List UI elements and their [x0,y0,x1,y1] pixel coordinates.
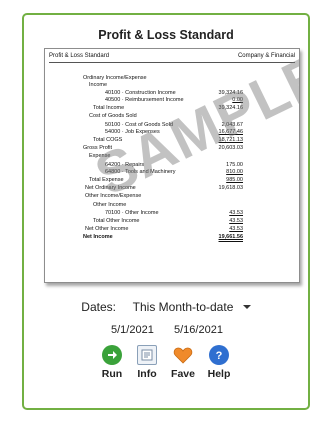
report-row-amount: 19,618.03 [218,185,243,191]
report-row-amount: 810.00 [226,169,243,175]
date-from[interactable]: 5/1/2021 [111,324,154,336]
report-row-label: 40500 · Reimbursement Income [105,97,184,103]
info-label: Info [137,368,157,380]
help-button[interactable]: ? Help [202,345,236,380]
report-row-amount: 985.00 [226,177,243,183]
date-to[interactable]: 5/16/2021 [174,324,223,336]
fave-button[interactable]: Fave [166,345,200,380]
report-row-label: Cost of Goods Sold [89,113,137,119]
report-row-amount: 43.53 [229,218,243,224]
heart-icon [173,345,193,365]
chevron-down-icon[interactable] [242,304,251,309]
report-row-label: Income [89,82,108,88]
report-row-label: Net Income [83,234,113,240]
report-row-label: 70100 · Other Income [105,210,159,216]
help-question-icon: ? [209,345,229,365]
fave-label: Fave [171,368,195,380]
report-row-label: Ordinary Income/Expense [83,75,147,81]
report-preview[interactable]: Profit & Loss Standard Company & Financi… [44,48,300,283]
report-row-label: Total Income [93,105,125,111]
help-label: Help [207,368,231,380]
run-arrow-icon [102,345,122,365]
report-row-amount: 43.53 [229,210,243,216]
action-bar: Run Info Fave ? Help [24,345,308,385]
report-title: Profit & Loss Standard [98,28,234,42]
info-document-icon [137,345,157,365]
report-card: Profit & Loss Standard Profit & Loss Sta… [22,13,310,410]
report-row-amount: 43.53 [229,226,243,232]
dates-label: Dates: [81,299,116,314]
report-header-left: Profit & Loss Standard [49,53,110,59]
run-label: Run [101,368,123,380]
report-header-rule [49,62,295,63]
dates-select-value[interactable]: This Month-to-date [133,300,234,314]
svg-text:?: ? [216,350,223,361]
report-row-amount: 19,661.56 [218,234,243,240]
report-row-label: Net Other Income [85,226,129,232]
run-button[interactable]: Run [95,345,129,380]
report-row-label: Total Other Income [93,218,140,224]
info-button[interactable]: Info [130,345,164,380]
report-row-label: 40100 · Construction Income [105,90,176,96]
dates-selector[interactable]: Dates: This Month-to-date [24,299,308,314]
